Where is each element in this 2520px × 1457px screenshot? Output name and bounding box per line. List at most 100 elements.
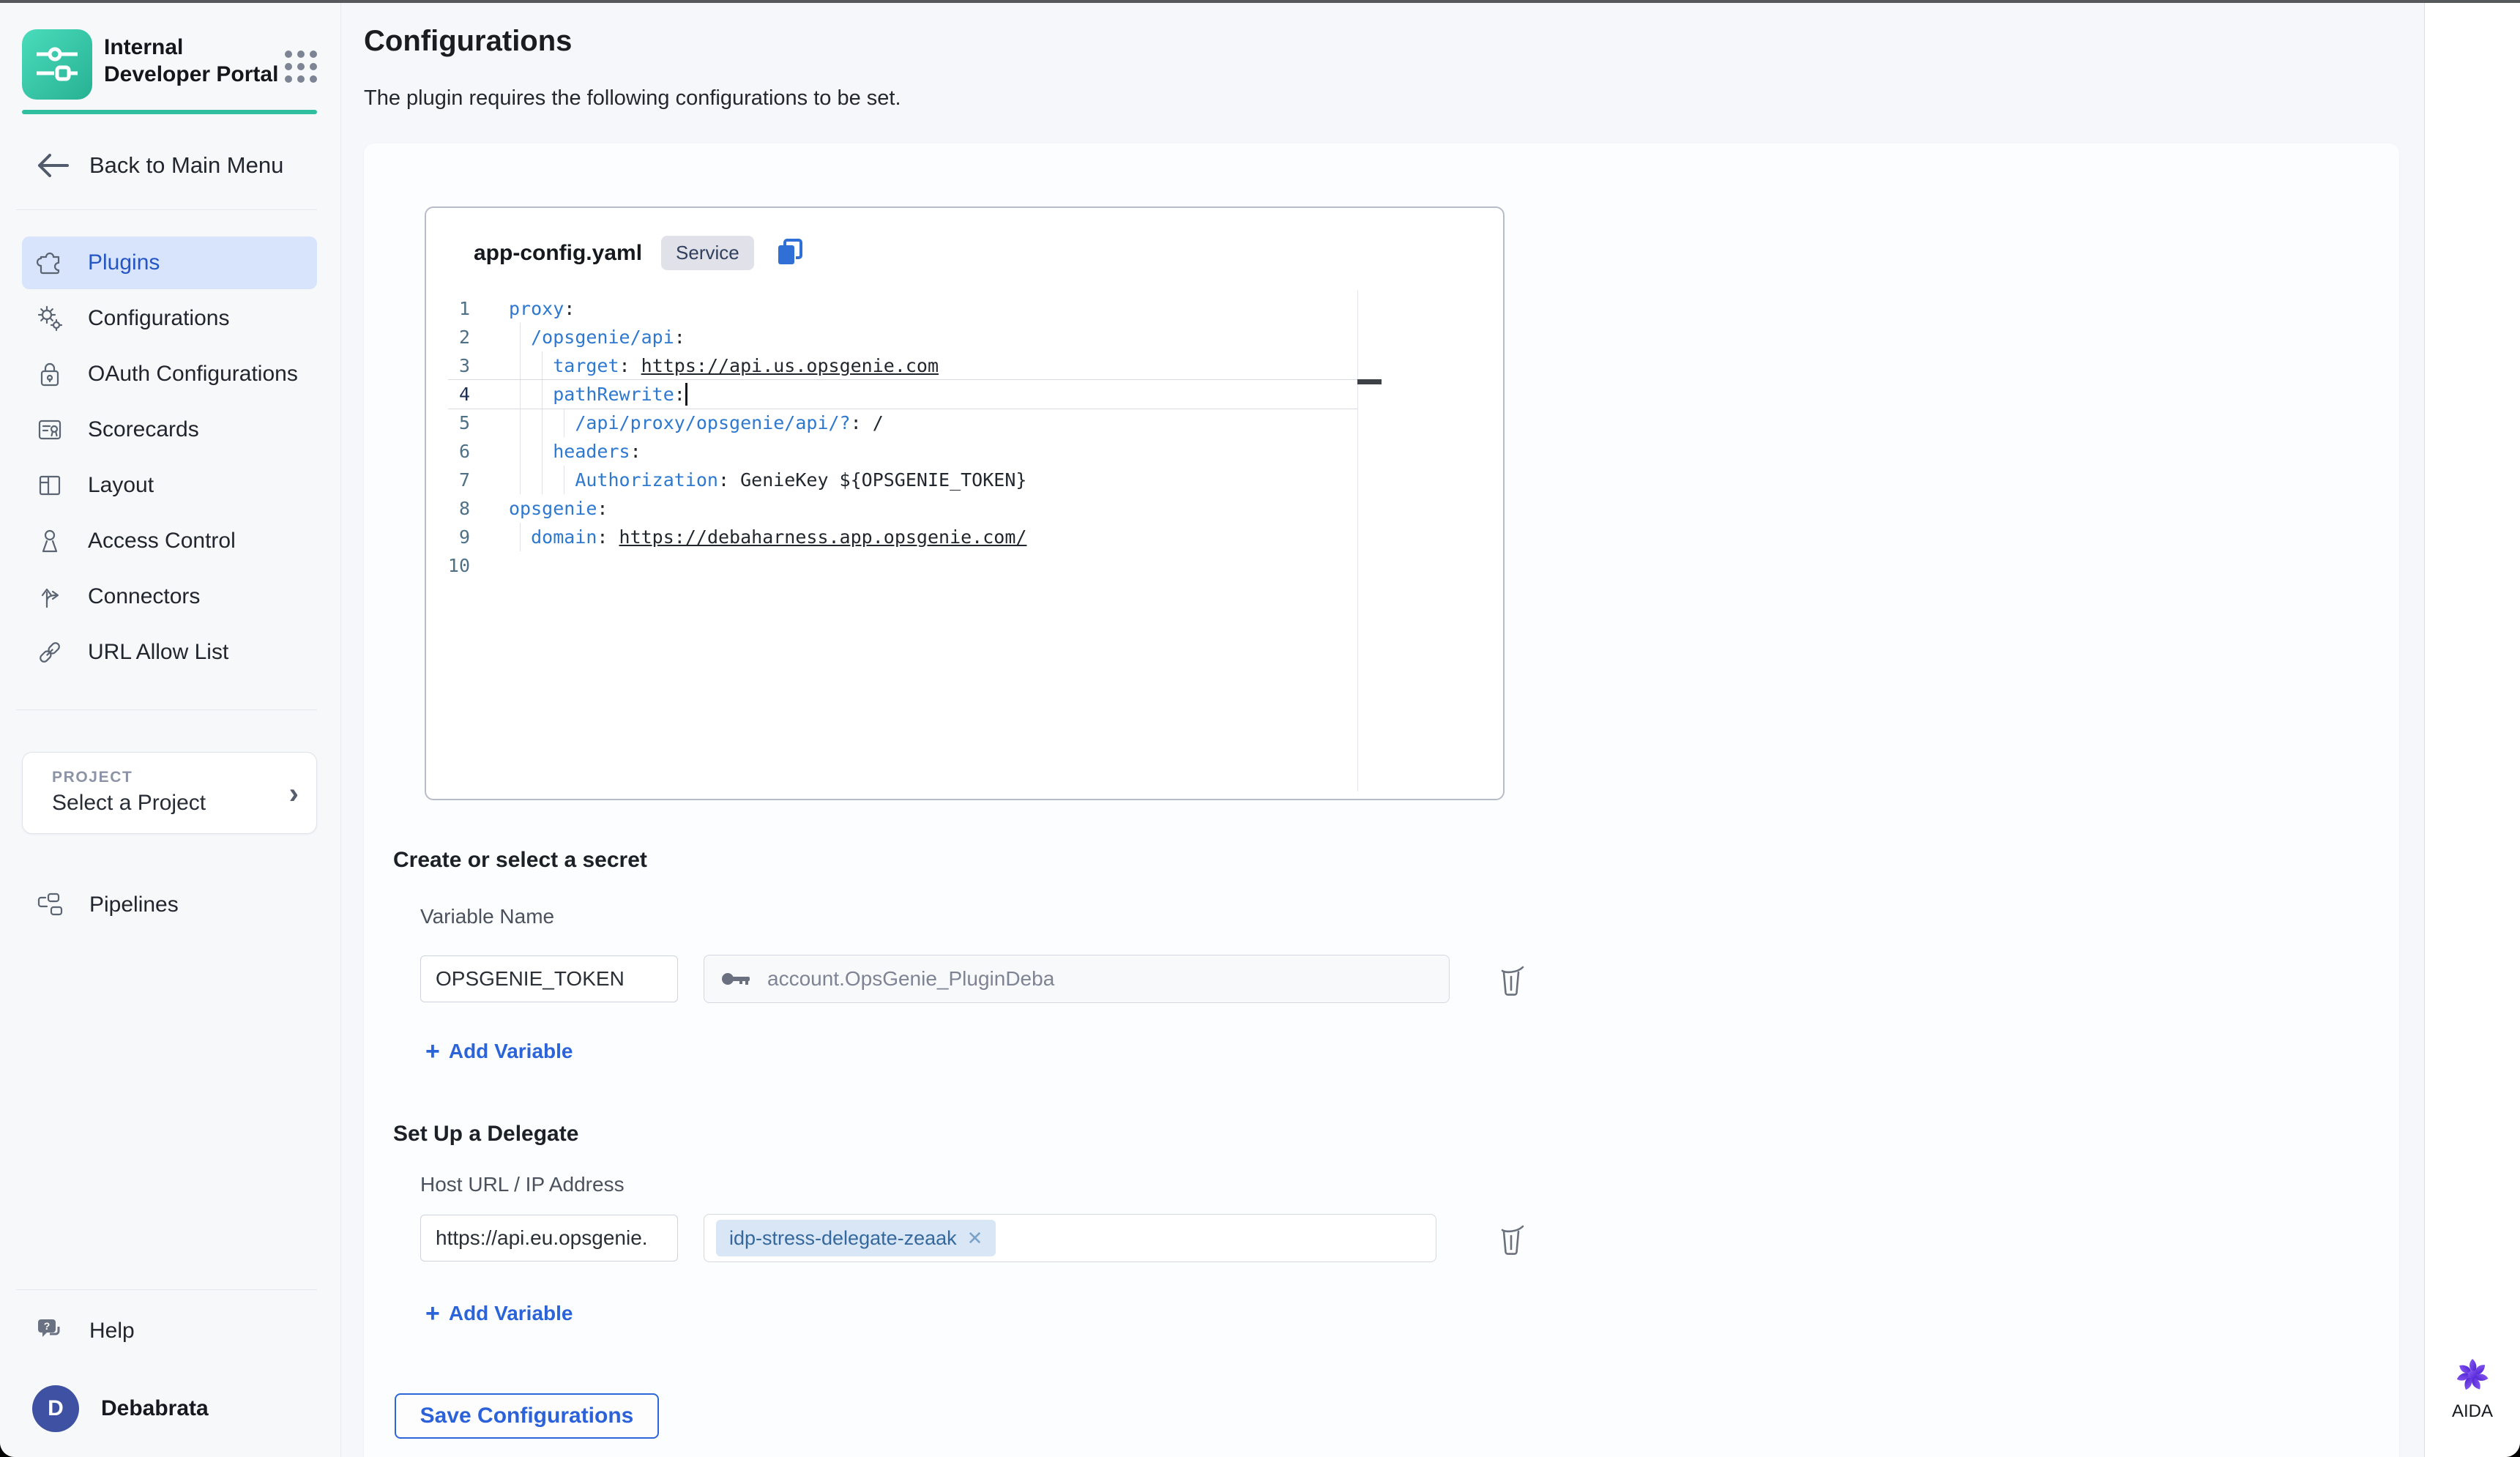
sidebar-item-label: Plugins — [88, 250, 160, 275]
code-line[interactable]: 6 headers: — [426, 437, 1503, 466]
delegate-chip: idp-stress-delegate-zeaak ✕ — [716, 1220, 996, 1256]
svg-text:?: ? — [44, 1320, 51, 1332]
code-line[interactable]: 4 pathRewrite: — [426, 380, 1503, 409]
sidebar-item-label: Access Control — [88, 529, 236, 554]
help-button[interactable]: ? Help — [35, 1311, 135, 1352]
idp-logo-icon — [35, 42, 79, 86]
right-rail: AIDA — [2424, 3, 2520, 1457]
service-badge: Service — [661, 236, 754, 270]
help-chat-icon: ? — [35, 1316, 66, 1346]
split-arrow-icon — [35, 582, 64, 611]
code-line[interactable]: 3 target: https://api.us.opsgenie.com — [426, 351, 1503, 380]
host-url-label: Host URL / IP Address — [420, 1173, 625, 1196]
sidebar-item-label: Configurations — [88, 306, 229, 331]
pipelines-label: Pipelines — [89, 893, 179, 917]
help-label: Help — [89, 1319, 135, 1344]
page-title: Configurations — [364, 25, 572, 58]
chevron-right-icon: › — [289, 778, 299, 811]
app-window: Internal Developer Portal Back to Main M… — [0, 0, 2520, 1457]
aida-label: AIDA — [2452, 1401, 2493, 1422]
layout-icon — [35, 471, 64, 500]
code-line[interactable]: 1proxy: — [426, 294, 1503, 323]
delegate-section-heading: Set Up a Delegate — [393, 1122, 578, 1147]
code-line[interactable]: 5 /api/proxy/opsgenie/api/?: / — [426, 409, 1503, 437]
aida-icon — [2452, 1354, 2493, 1395]
app-logo — [22, 29, 92, 100]
sidebar-item-layout[interactable]: Layout — [0, 458, 340, 513]
sidebar-item-access-control[interactable]: Access Control — [0, 513, 340, 569]
host-url-input[interactable]: https://api.eu.opsgenie. — [420, 1215, 678, 1262]
main-content: Configurations The plugin requires the f… — [341, 3, 2424, 1457]
avatar: D — [32, 1385, 79, 1432]
plus-icon: + — [425, 1303, 440, 1324]
code-line[interactable]: 8opsgenie: — [426, 494, 1503, 523]
code-line[interactable]: 7 Authorization: GenieKey ${OPSGENIE_TOK… — [426, 466, 1503, 494]
scorecard-icon — [35, 415, 64, 444]
secret-section-heading: Create or select a secret — [393, 848, 647, 873]
page-subtitle: The plugin requires the following config… — [364, 86, 901, 111]
gears-icon — [35, 304, 64, 333]
add-variable-label: Add Variable — [449, 1040, 573, 1063]
project-selector[interactable]: PROJECT Select a Project › — [22, 752, 317, 834]
sidebar-nav: Plugins Configurations — [0, 235, 340, 680]
project-label: PROJECT — [52, 769, 133, 786]
yaml-editor[interactable]: app-config.yaml Service 1proxy:2 /opsgen… — [425, 206, 1505, 800]
aida-button[interactable]: AIDA — [2425, 1354, 2520, 1422]
sidebar-item-label: Layout — [88, 473, 154, 498]
chip-close-icon[interactable]: ✕ — [967, 1227, 983, 1250]
add-variable-label: Add Variable — [449, 1302, 573, 1325]
sidebar-item-scorecards[interactable]: Scorecards — [0, 402, 340, 458]
delete-delegate-row-icon[interactable] — [1495, 1221, 1527, 1256]
code-area[interactable]: 1proxy:2 /opsgenie/api:3 target: https:/… — [426, 294, 1503, 799]
lock-icon — [35, 359, 64, 389]
code-lines: 1proxy:2 /opsgenie/api:3 target: https:/… — [426, 294, 1503, 580]
code-line[interactable]: 10 — [426, 551, 1503, 580]
sidebar-item-pipelines[interactable]: Pipelines — [35, 879, 179, 931]
sidebar: Internal Developer Portal Back to Main M… — [0, 3, 341, 1457]
divider — [16, 709, 317, 710]
code-line[interactable]: 9 domain: https://debaharness.app.opsgen… — [426, 523, 1503, 551]
sidebar-item-plugins[interactable]: Plugins — [0, 235, 340, 291]
sidebar-item-label: Scorecards — [88, 417, 199, 442]
project-value: Select a Project — [52, 791, 206, 816]
plus-icon: + — [425, 1041, 440, 1062]
back-to-main-menu[interactable]: Back to Main Menu — [35, 148, 283, 183]
sidebar-item-label: URL Allow List — [88, 640, 228, 665]
add-variable-delegate[interactable]: + Add Variable — [425, 1302, 573, 1325]
secret-select-field[interactable]: account.OpsGenie_PluginDeba — [704, 955, 1450, 1003]
sidebar-item-label: Connectors — [88, 584, 200, 609]
variable-name-input[interactable]: OPSGENIE_TOKEN — [420, 955, 678, 1002]
window-top-edge — [0, 0, 2520, 3]
variable-name-label: Variable Name — [420, 905, 554, 928]
app-switcher-icon[interactable] — [280, 45, 322, 88]
delete-secret-row-icon[interactable] — [1495, 962, 1527, 997]
save-configurations-button[interactable]: Save Configurations — [395, 1393, 659, 1439]
configurations-panel: app-config.yaml Service 1proxy:2 /opsgen… — [364, 144, 2399, 1457]
copy-icon[interactable] — [773, 236, 807, 270]
sidebar-item-configurations[interactable]: Configurations — [0, 291, 340, 346]
back-arrow-icon — [35, 152, 70, 179]
sidebar-item-oauth-configurations[interactable]: OAuth Configurations — [0, 346, 340, 402]
code-line[interactable]: 2 /opsgenie/api: — [426, 323, 1503, 351]
key-icon — [722, 971, 751, 987]
person-icon — [35, 526, 64, 556]
sidebar-item-label: OAuth Configurations — [88, 362, 298, 387]
back-label: Back to Main Menu — [89, 152, 283, 179]
sidebar-item-connectors[interactable]: Connectors — [0, 569, 340, 625]
editor-filename: app-config.yaml — [474, 241, 642, 266]
add-variable-secret[interactable]: + Add Variable — [425, 1040, 573, 1063]
divider — [16, 1289, 317, 1290]
secret-value: account.OpsGenie_PluginDeba — [767, 967, 1054, 991]
delegate-chip-label: idp-stress-delegate-zeaak — [729, 1227, 957, 1250]
pipelines-icon — [35, 892, 66, 918]
text-cursor — [685, 383, 687, 406]
app-title: Internal Developer Portal — [104, 34, 280, 88]
puzzle-icon — [35, 248, 64, 277]
user-menu[interactable]: D Debabrata — [32, 1385, 209, 1432]
delegate-select-field[interactable]: idp-stress-delegate-zeaak ✕ — [704, 1214, 1436, 1262]
sidebar-item-url-allow-list[interactable]: URL Allow List — [0, 625, 340, 680]
divider — [16, 209, 317, 210]
user-name: Debabrata — [101, 1396, 209, 1421]
brand-divider — [22, 110, 317, 114]
link-icon — [35, 638, 64, 667]
